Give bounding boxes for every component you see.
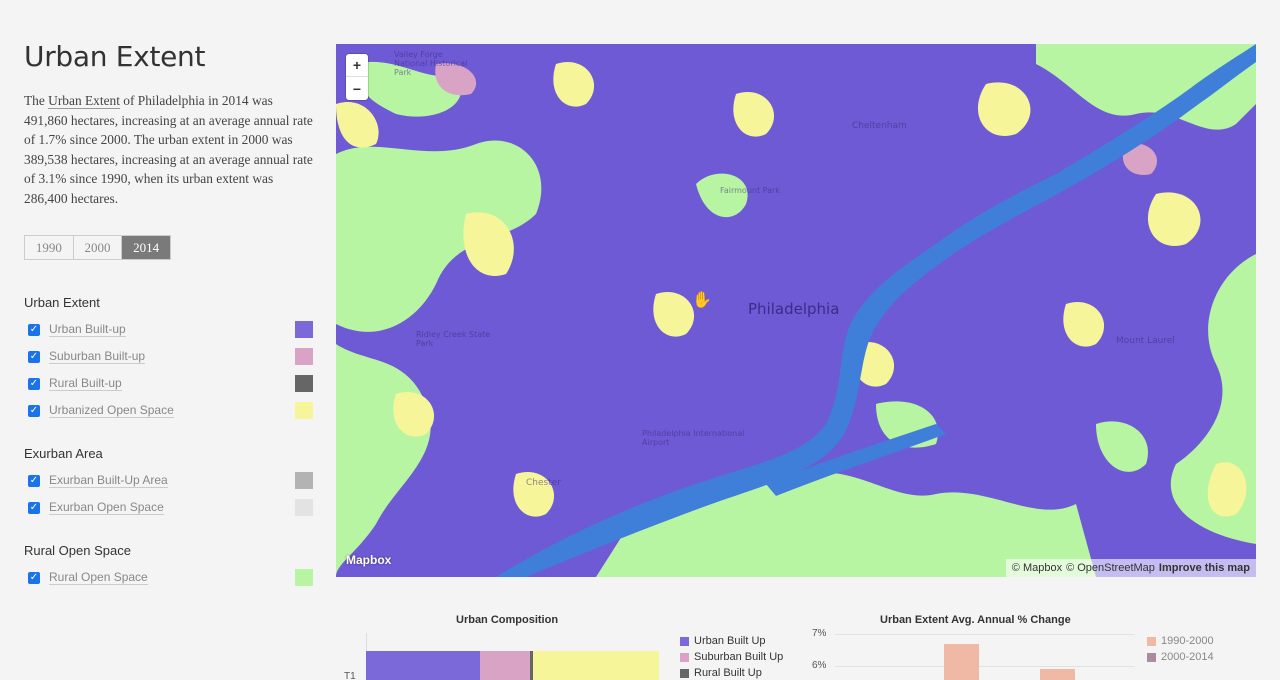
year-tab-2000[interactable]: 2000 bbox=[73, 236, 123, 259]
composition-chart-title: Urban Composition bbox=[456, 614, 559, 626]
legend-1990-2000: 1990-2000 bbox=[1147, 633, 1214, 649]
change-tick-7: 7% bbox=[812, 628, 827, 639]
layer-label[interactable]: Rural Built-up bbox=[49, 376, 122, 391]
legend-2000-2014: 2000-2014 bbox=[1147, 649, 1214, 665]
layer-checkbox[interactable]: ✓ bbox=[28, 404, 40, 417]
layer-legend: Urban Extent ✓ Urban Built-up ✓ Suburban Bui… bbox=[24, 295, 316, 591]
composition-segment bbox=[480, 651, 530, 680]
legend-label: Rural Built Up bbox=[694, 667, 762, 679]
map[interactable]: + − Valley Forge National Historical Par… bbox=[336, 44, 1256, 577]
change-gridline bbox=[835, 634, 1135, 635]
year-tab-1990[interactable]: 1990 bbox=[25, 236, 74, 259]
layer-label[interactable]: Exurban Open Space bbox=[49, 500, 164, 515]
legend-urban-built-up: Urban Built Up bbox=[680, 633, 783, 649]
layer-checkbox[interactable]: ✓ bbox=[28, 323, 40, 336]
legend-label: 2000-2014 bbox=[1161, 651, 1214, 663]
legend-section: Exurban Area ✓ Exurban Built-Up Area ✓ Exurb… bbox=[24, 446, 316, 521]
legend-item: ✓ Exurban Built-Up Area bbox=[24, 467, 316, 494]
mapbox-logo[interactable]: Mapbox bbox=[346, 553, 391, 567]
place-label-fairmount-park: Fairmount Park bbox=[720, 186, 780, 195]
urban-extent-link[interactable]: Urban Extent bbox=[48, 93, 120, 109]
grab-cursor-icon: ✋ bbox=[692, 292, 712, 309]
composition-segment bbox=[533, 651, 659, 680]
legend-item: ✓ Rural Open Space bbox=[24, 564, 316, 591]
composition-segment bbox=[366, 651, 480, 680]
legend-section-heading: Rural Open Space bbox=[24, 543, 131, 558]
place-label-ridley-creek: Ridley Creek State Park bbox=[416, 330, 491, 348]
legend-item: ✓ Urbanized Open Space bbox=[24, 397, 316, 424]
place-label-cheltenham: Cheltenham bbox=[852, 121, 907, 131]
page-title: Urban Extent bbox=[24, 40, 206, 73]
change-chart-title: Urban Extent Avg. Annual % Change bbox=[880, 614, 1071, 626]
change-gridline bbox=[835, 666, 1135, 667]
legend-swatch bbox=[680, 636, 689, 646]
layer-color-swatch bbox=[295, 499, 313, 516]
attribution-osm-link[interactable]: © OpenStreetMap bbox=[1066, 562, 1155, 574]
change-bar bbox=[1040, 669, 1075, 680]
legend-item: ✓ Exurban Open Space bbox=[24, 494, 316, 521]
summary-text-start: The bbox=[24, 93, 49, 108]
zoom-in-button[interactable]: + bbox=[346, 54, 368, 77]
legend-section: Urban Extent ✓ Urban Built-up ✓ Suburban Bui… bbox=[24, 295, 316, 424]
map-attribution: © Mapbox © OpenStreetMap Improve this ma… bbox=[1005, 559, 1256, 577]
legend-swatch bbox=[1147, 636, 1156, 646]
zoom-control: + − bbox=[346, 54, 368, 100]
year-tab-2014[interactable]: 2014 bbox=[122, 236, 171, 259]
legend-label: Urban Built Up bbox=[694, 635, 766, 647]
city-label: Philadelphia bbox=[748, 300, 840, 318]
layer-label[interactable]: Suburban Built-up bbox=[49, 349, 146, 364]
change-tick-6: 6% bbox=[812, 660, 827, 671]
layer-color-swatch bbox=[295, 402, 313, 419]
legend-section-heading: Urban Extent bbox=[24, 295, 100, 310]
change-legend: 1990-2000 2000-2014 bbox=[1147, 633, 1214, 665]
attribution-mapbox-link[interactable]: © Mapbox bbox=[1012, 562, 1062, 574]
composition-legend: Urban Built Up Suburban Built Up Rural B… bbox=[680, 633, 783, 680]
layer-checkbox[interactable]: ✓ bbox=[28, 501, 40, 514]
legend-section: Rural Open Space ✓ Rural Open Space bbox=[24, 543, 316, 591]
layer-label[interactable]: Rural Open Space bbox=[49, 570, 148, 585]
summary-paragraph: The Urban Extent of Philadelphia in 2014… bbox=[24, 91, 316, 208]
legend-swatch bbox=[680, 652, 689, 662]
place-label-mount-laurel: Mount Laurel bbox=[1116, 336, 1175, 346]
place-label-valley-forge: Valley Forge National Historical Park bbox=[394, 50, 468, 77]
legend-item: ✓ Rural Built-up bbox=[24, 370, 316, 397]
legend-section-heading: Exurban Area bbox=[24, 446, 103, 461]
layer-checkbox[interactable]: ✓ bbox=[28, 377, 40, 390]
layer-color-swatch bbox=[295, 375, 313, 392]
layer-color-swatch bbox=[295, 321, 313, 338]
layer-checkbox[interactable]: ✓ bbox=[28, 350, 40, 363]
place-label-chester: Chester bbox=[526, 478, 561, 488]
layer-label[interactable]: Urban Built-up bbox=[49, 322, 126, 337]
improve-map-link[interactable]: Improve this map bbox=[1159, 562, 1250, 574]
zoom-out-button[interactable]: − bbox=[346, 77, 368, 100]
layer-checkbox[interactable]: ✓ bbox=[28, 474, 40, 487]
legend-swatch bbox=[1147, 652, 1156, 662]
year-selector: 1990 2000 2014 bbox=[24, 235, 171, 260]
composition-stacked-bar bbox=[366, 651, 659, 680]
layer-label[interactable]: Exurban Built-Up Area bbox=[49, 473, 168, 488]
place-label-airport: Philadelphia International Airport bbox=[642, 429, 745, 447]
legend-swatch bbox=[680, 668, 689, 678]
legend-rural-built-up: Rural Built Up bbox=[680, 665, 783, 680]
composition-tick-label: T1 bbox=[344, 671, 356, 680]
layer-checkbox[interactable]: ✓ bbox=[28, 571, 40, 584]
legend-label: Suburban Built Up bbox=[694, 651, 784, 663]
summary-text-rest: of Philadelphia in 2014 was 491,860 hect… bbox=[24, 93, 313, 206]
change-bar bbox=[944, 644, 979, 680]
layer-color-swatch bbox=[295, 348, 313, 365]
legend-item: ✓ Suburban Built-up bbox=[24, 343, 316, 370]
layer-color-swatch bbox=[295, 569, 313, 586]
sidebar: Urban Extent The Urban Extent of Philade… bbox=[24, 40, 316, 591]
layer-color-swatch bbox=[295, 472, 313, 489]
legend-label: 1990-2000 bbox=[1161, 635, 1214, 647]
legend-item: ✓ Urban Built-up bbox=[24, 316, 316, 343]
layer-label[interactable]: Urbanized Open Space bbox=[49, 403, 174, 418]
legend-suburban-built-up: Suburban Built Up bbox=[680, 649, 783, 665]
